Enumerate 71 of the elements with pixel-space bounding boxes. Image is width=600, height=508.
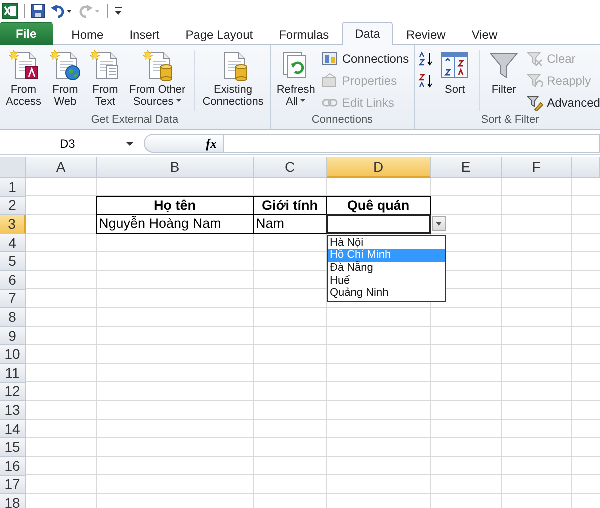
sort-descending-icon[interactable]	[418, 72, 434, 90]
ribbon-tab[interactable]: Data	[342, 22, 394, 45]
globe-document-icon	[49, 49, 82, 81]
dropdown-option[interactable]: Hà Nội	[328, 236, 445, 250]
row-header[interactable]: 7	[0, 290, 26, 308]
ribbon-button[interactable]: From Access	[3, 48, 44, 113]
row-header[interactable]: 9	[0, 326, 26, 346]
ribbon-button[interactable]: Connections	[320, 50, 412, 68]
ribbon-tab[interactable]: View	[458, 23, 511, 45]
ribbon-button[interactable]: From Web	[46, 48, 84, 113]
dropdown-option[interactable]: Đà Nẵng	[328, 262, 445, 275]
row-header[interactable]: 17	[0, 476, 26, 494]
row-header[interactable]: 14	[0, 420, 26, 438]
ribbon-tab[interactable]: Review	[393, 23, 459, 45]
ribbon-tab[interactable]: Page Layout	[172, 23, 266, 45]
column-header[interactable]: C	[254, 157, 327, 178]
row-header[interactable]: 8	[0, 308, 26, 327]
properties-icon	[322, 73, 338, 89]
column-header[interactable]: D	[327, 157, 431, 178]
row-header[interactable]: 18	[0, 494, 26, 508]
document-icon	[8, 49, 40, 81]
funnel-pencil-icon	[527, 95, 544, 111]
text-document-icon	[89, 49, 122, 81]
ribbon-button[interactable]: Existing Connections	[200, 48, 267, 113]
connections-icon	[322, 51, 338, 67]
table-cell: Nguyễn Hoàng Nam	[96, 214, 254, 234]
ribbon-button[interactable]: Filter	[485, 48, 524, 113]
header-cell: Quê quán	[326, 196, 431, 216]
excel-logo-icon[interactable]	[2, 2, 18, 18]
selected-cell[interactable]	[326, 214, 431, 234]
ribbon-button[interactable]: Sort	[436, 48, 474, 113]
customize-menu-icon[interactable]	[114, 6, 123, 16]
row-header[interactable]: 3	[0, 215, 26, 234]
group-label: Get External Data	[90, 113, 180, 128]
row-header[interactable]: 5	[0, 252, 26, 271]
database-document-icon	[142, 49, 174, 81]
ribbon-tab[interactable]: Insert	[116, 23, 173, 45]
ribbon-button[interactable]: Refresh All	[274, 48, 318, 113]
row-header[interactable]: 1	[0, 178, 26, 197]
ribbon-button[interactable]: Advanced	[525, 94, 600, 112]
row-header[interactable]: 13	[0, 401, 26, 420]
row-header[interactable]: 4	[0, 234, 26, 252]
row-header[interactable]: 11	[0, 364, 26, 383]
clear-filter-icon	[527, 51, 544, 67]
sort-ascending-icon[interactable]	[418, 50, 434, 68]
row-header[interactable]: 12	[0, 382, 26, 402]
ribbon-tab[interactable]: Formulas	[266, 23, 342, 45]
row-header[interactable]: 2	[0, 196, 26, 216]
column-header[interactable]: A	[26, 157, 97, 178]
dropdown-option[interactable]: Quảng Ninh	[328, 287, 445, 300]
column-header[interactable]: E	[431, 157, 502, 178]
header-cell: Họ tên	[96, 196, 254, 216]
row-header[interactable]: 15	[0, 438, 26, 457]
group-label: Sort & Filter	[480, 113, 540, 128]
insert-function-button[interactable]: fx	[206, 136, 217, 152]
group-label: Connections	[310, 113, 374, 128]
undo-icon[interactable]	[51, 4, 73, 18]
ribbon-tab[interactable]: Home	[58, 23, 117, 45]
ribbon-tab[interactable]: File	[0, 22, 53, 45]
row-header[interactable]: 10	[0, 345, 26, 364]
ribbon-button[interactable]: From Other Sources	[126, 48, 189, 113]
dropdown-button[interactable]	[432, 216, 446, 232]
formula-input[interactable]	[224, 134, 600, 153]
row-header[interactable]: 6	[0, 270, 26, 290]
save-icon[interactable]	[31, 4, 45, 18]
dropdown-option[interactable]: Huế	[328, 274, 445, 288]
ribbon-button[interactable]: From Text	[86, 48, 124, 113]
column-header[interactable]: B	[97, 157, 254, 178]
reapply-icon	[527, 73, 544, 89]
row-header[interactable]: 16	[0, 456, 26, 476]
column-header[interactable]: F	[502, 157, 572, 178]
